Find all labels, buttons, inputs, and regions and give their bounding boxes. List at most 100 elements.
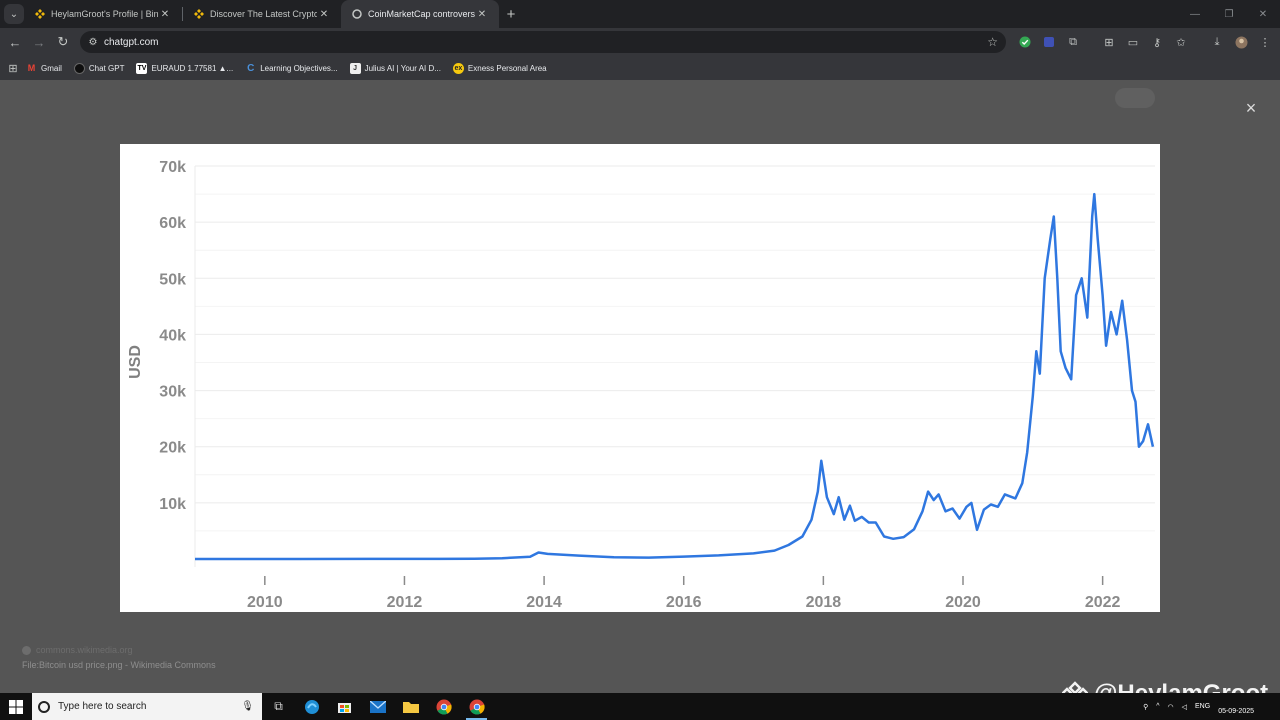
grid-icon[interactable]: ⊞ [1097,36,1121,49]
cast-icon[interactable]: ▭ [1121,36,1145,49]
system-tray: ⚲ ^ ◠ ◁ ENG 05-09-2025 [1135,693,1280,720]
x-tick-label: 2012 [387,594,423,611]
julius-icon: J [349,62,361,74]
image-lightbox: × 10k 20k 30k 40k 50k 60k 70k 2010 2012 2014 2016… [0,80,1280,693]
back-arrow-icon[interactable]: ← [3,35,27,50]
x-tick-label: 2022 [1085,594,1121,611]
tab-binance-profile[interactable]: HeylamGroot's Profile | Binance ✕ [24,0,182,28]
date-text: 05-09-2025 [1218,707,1254,715]
chart-grid [194,165,1155,567]
desktop: ⌄ HeylamGroot's Profile | Binance ✕ Disc… [0,0,1280,720]
windows-logo-icon [9,699,23,714]
language-indicator[interactable]: ENG [1195,703,1210,710]
y-tick-label: 20k [159,440,186,457]
download-icon[interactable]: ⤓ [1205,36,1229,49]
tab-close-icon[interactable]: ✕ [158,9,172,20]
x-tick-label: 2016 [666,594,702,611]
tray-overflow-icon[interactable]: ^ [1156,703,1159,710]
url-text[interactable]: chatgpt.com [104,37,158,48]
bookmark-euraud[interactable]: TV EURAUD 1.77581 ▲... [136,62,233,74]
shield-check-icon[interactable] [1013,36,1037,48]
address-bar[interactable]: ⚙ chatgpt.com ☆ [80,31,1006,53]
tab-search-button[interactable]: ⌄ [4,4,24,24]
y-tick-label: 40k [159,327,186,344]
bookmark-label: Gmail [41,63,62,73]
x-axis: 2010 2012 2014 2016 2018 2020 2022 [247,576,1121,611]
series-line [195,192,1155,561]
profile-avatar-icon[interactable] [1229,36,1253,49]
edge-icon[interactable] [295,693,328,720]
key-icon[interactable]: ⚷ [1145,36,1169,49]
close-window-icon[interactable]: ✕ [1246,9,1280,20]
site-settings-icon[interactable]: ⚙ [86,37,100,48]
x-tick-label: 2010 [247,594,283,611]
bookmark-julius-ai[interactable]: J Julius AI | Your AI D... [349,62,441,74]
task-view-icon[interactable]: ⧉ [262,693,295,720]
taskbar: Type here to search 🎙 ⧉ ⚲ ^ ◠ ◁ ENG 05-0… [0,693,1280,720]
bookmark-label: Chat GPT [88,63,125,73]
chrome-icon[interactable] [427,693,460,720]
tradingview-icon: TV [136,62,148,74]
bookmark-gmail[interactable]: M Gmail [26,63,62,74]
bookmark-chatgpt[interactable]: Chat GPT [73,62,125,74]
y-axis-label: USD [127,345,144,379]
chrome-profile-icon[interactable] [460,693,493,720]
window-controls: — ❐ ✕ [1178,0,1280,28]
bookmark-exness[interactable]: ex Exness Personal Area [452,62,547,74]
apps-grid-icon[interactable]: ⊞ [0,62,26,75]
restore-icon[interactable]: ❐ [1212,9,1246,20]
x-tick-label: 2014 [526,594,562,611]
search-icon [38,700,50,713]
watermark-text: @HeylamGroot [1094,680,1268,693]
minimize-icon[interactable]: — [1178,9,1212,20]
bookmark-label: Julius AI | Your AI D... [364,63,441,73]
bookmark-learning-objectives[interactable]: C Learning Objectives... [245,62,338,74]
network-icon[interactable]: ◠ [1168,703,1174,711]
y-tick-label: 30k [159,384,186,401]
image-source[interactable]: commons.wikimedia.org [22,645,133,655]
tab-strip: ⌄ HeylamGroot's Profile | Binance ✕ Disc… [0,0,1280,28]
tab-coinmarketcap-controversies[interactable]: CoinMarketCap controversies ✕ [341,0,499,28]
background-button [1115,88,1155,108]
mail-icon[interactable] [361,693,394,720]
bookmarks-bar: ⊞ M Gmail Chat GPT TV EURAUD 1.77581 ▲..… [0,56,1280,80]
binance-logo-icon [1062,681,1088,693]
close-icon[interactable]: × [1241,98,1261,118]
gmail-icon: M [27,63,36,73]
forward-arrow-icon[interactable]: → [27,35,51,50]
favorites-icon[interactable]: ✩ [1169,36,1193,49]
globe-icon [22,645,31,655]
binance-icon [34,9,45,20]
image-caption[interactable]: File:Bitcoin usd price.png - Wikimedia C… [22,660,216,670]
y-axis: 10k 20k 30k 40k 50k 60k 70k [159,159,186,513]
store-icon[interactable] [328,693,361,720]
microphone-icon[interactable]: 🎙 [241,701,254,712]
people-icon[interactable]: ⚲ [1143,703,1148,711]
reload-icon[interactable]: ↻ [51,34,75,50]
tab-close-icon[interactable]: ✕ [475,9,489,20]
tab-crypto-news[interactable]: Discover The Latest Crypto News ✕ [183,0,341,28]
tab-close-icon[interactable]: ✕ [317,9,331,20]
new-tab-button[interactable]: + [499,6,523,23]
file-explorer-icon[interactable] [394,693,427,720]
more-menu-icon[interactable]: ⋮ [1253,36,1277,49]
bitcoin-price-chart: 10k20k30k40k50k60k70k 2010 2012 2014 2016 20… [127,159,1155,611]
bookmark-label: Learning Objectives... [260,63,338,73]
browser-toolbar: ← → ↻ ⚙ chatgpt.com ☆ ⧉ ⊞ ▭ ⚷ ✩ ⤓ ⋮ [0,28,1280,56]
volume-icon[interactable]: ◁ [1182,703,1187,711]
extension-bar: ⧉ ⊞ ▭ ⚷ ✩ ⤓ ⋮ [1013,28,1277,56]
chart-image: 10k 20k 30k 40k 50k 60k 70k 2010 2012 2014 2016 20… [120,144,1160,612]
y-tick-label: 10k [159,496,186,513]
chatgpt-icon [351,9,362,20]
translate-icon[interactable] [1037,36,1061,48]
tab-title: CoinMarketCap controversies [368,9,475,19]
y-tick-label: 70k [159,159,186,176]
start-button[interactable] [0,693,32,720]
time-text [1252,698,1254,707]
bookmark-star-icon[interactable]: ☆ [987,35,998,49]
puzzle-icon[interactable]: ⧉ [1061,36,1085,49]
chatgpt-icon [73,62,85,74]
taskbar-search[interactable]: Type here to search 🎙 [32,693,262,720]
clock[interactable]: 05-09-2025 [1210,698,1254,716]
c-icon: C [247,62,255,74]
